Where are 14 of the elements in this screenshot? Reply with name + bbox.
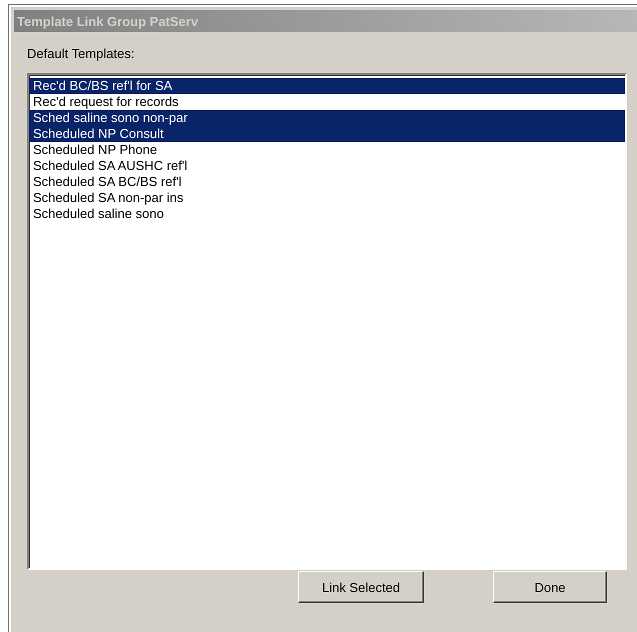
list-item[interactable]: Rec'd BC/BS ref'l for SA: [29, 78, 625, 94]
window-title: Template Link Group PatServ: [17, 14, 198, 28]
list-item[interactable]: Scheduled NP Consult: [29, 126, 625, 142]
list-item[interactable]: Scheduled NP Phone: [29, 142, 625, 158]
list-item[interactable]: Rec'd request for records: [29, 94, 625, 110]
list-label: Default Templates:: [27, 46, 136, 61]
list-item[interactable]: Scheduled SA non-par ins: [29, 190, 625, 206]
template-list[interactable]: [27, 73, 627, 570]
list-item[interactable]: Sched saline sono non-par: [29, 110, 625, 126]
done-button[interactable]: Done: [493, 571, 607, 603]
list-item[interactable]: Scheduled saline sono: [29, 206, 625, 222]
list-item[interactable]: Scheduled SA BC/BS ref'l: [29, 174, 625, 190]
list-item[interactable]: Scheduled SA AUSHC ref'l: [29, 158, 625, 174]
link-selected-button[interactable]: Link Selected: [298, 571, 424, 603]
